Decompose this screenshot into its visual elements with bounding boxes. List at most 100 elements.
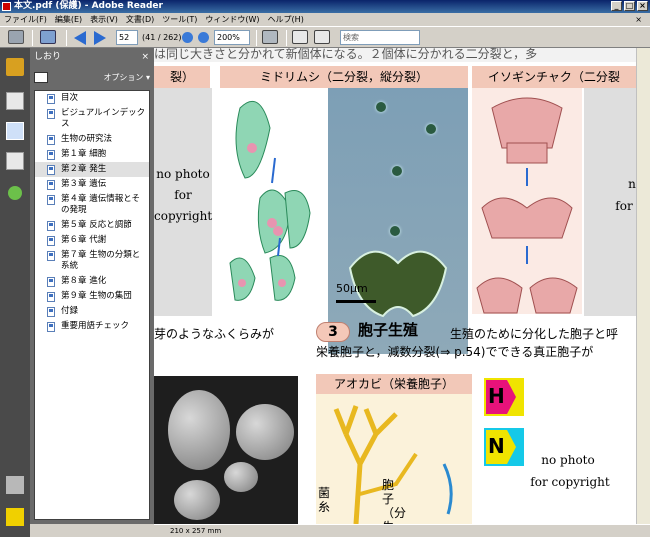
bookmark-item[interactable]: 付録 bbox=[35, 304, 149, 319]
signatures-icon[interactable] bbox=[6, 152, 24, 170]
maximize-button[interactable]: □ bbox=[624, 1, 635, 11]
lock-icon[interactable] bbox=[6, 58, 24, 76]
bookmarks-header: しおり × bbox=[30, 48, 154, 66]
menu-help[interactable]: ヘルプ(H) bbox=[264, 13, 308, 26]
title-bar: 本文.pdf (保護) - Adobe Reader _ □ × bbox=[0, 0, 650, 13]
zoom-select[interactable]: 200% bbox=[214, 30, 250, 45]
zoom-out-icon[interactable] bbox=[182, 32, 193, 43]
bookmark-icon bbox=[47, 150, 55, 160]
page-count: (41 / 262) bbox=[142, 33, 182, 42]
toolbar-separator bbox=[66, 30, 67, 46]
page-number-input[interactable]: 52 bbox=[116, 30, 138, 45]
bookmark-icon bbox=[47, 322, 55, 332]
options-menu[interactable]: オプション ▾ bbox=[103, 72, 150, 83]
close-document-icon[interactable]: × bbox=[631, 13, 646, 26]
document-view[interactable]: は同じ大きさと分かれて新個体になる。２個体に分かれる二分裂と，多 裂） ミドリム… bbox=[154, 48, 650, 524]
options-label: オプション bbox=[103, 73, 144, 82]
bookmark-item[interactable]: 第７章 生物の分類と系統 bbox=[35, 248, 149, 274]
marker-h-letter: H bbox=[488, 384, 505, 408]
euglena-drawing bbox=[229, 100, 311, 301]
no-photo-text: no photo bbox=[156, 167, 210, 181]
bookmark-label: 第５章 反応と調節 bbox=[61, 220, 132, 230]
bookmark-item[interactable]: ビジュアルインデックス bbox=[35, 106, 149, 132]
bookmark-label: 第６章 代謝 bbox=[61, 235, 107, 245]
bookmark-item[interactable]: 目次 bbox=[35, 91, 149, 106]
bookmarks-panel: しおり × オプション ▾ 目次 ビジュアルインデックス 生物の研究法 第１章 … bbox=[30, 48, 154, 524]
bookmark-label: 第７章 生物の分類と系統 bbox=[61, 250, 141, 271]
bookmark-label: 付録 bbox=[61, 306, 79, 316]
marker-h: H bbox=[484, 378, 524, 416]
comments-icon[interactable] bbox=[6, 508, 24, 526]
menu-file[interactable]: ファイル(F) bbox=[0, 13, 51, 26]
bookmark-icon bbox=[47, 165, 55, 175]
close-button[interactable]: × bbox=[637, 1, 648, 11]
scale-bar-line bbox=[336, 300, 376, 303]
euglena-micrograph bbox=[328, 88, 468, 354]
menu-window[interactable]: ウィンドウ(W) bbox=[201, 13, 263, 26]
bookmark-icon bbox=[47, 94, 55, 104]
next-page-icon[interactable] bbox=[94, 31, 106, 45]
bookmark-label: 生物の研究法 bbox=[61, 134, 113, 144]
print-icon[interactable] bbox=[8, 30, 24, 44]
search-input[interactable]: 検索 bbox=[340, 30, 420, 45]
bookmark-icon bbox=[47, 307, 55, 317]
bookmark-item[interactable]: 第１章 細胞 bbox=[35, 147, 149, 162]
section-header-left: 裂） bbox=[154, 66, 210, 88]
minimize-button[interactable]: _ bbox=[611, 1, 622, 11]
bookmark-list[interactable]: 目次 ビジュアルインデックス 生物の研究法 第１章 細胞 第２章 発生 第３章 … bbox=[34, 90, 150, 520]
attachments-icon[interactable] bbox=[6, 476, 24, 494]
bookmark-item[interactable]: 重要用語チェック bbox=[35, 319, 149, 334]
yeast-cell bbox=[168, 390, 230, 470]
menu-document[interactable]: 文書(D) bbox=[122, 13, 158, 26]
penicillium-illustration: 菌糸 胞子（分生胞 bbox=[316, 394, 472, 524]
window-title: 本文.pdf (保護) - Adobe Reader bbox=[14, 1, 163, 11]
label-spore: 胞子（分生胞 bbox=[382, 478, 407, 524]
marker-n-letter: N bbox=[488, 434, 505, 458]
euglena-illustration bbox=[220, 88, 326, 314]
bookmark-icon bbox=[47, 180, 55, 190]
previous-page-icon[interactable] bbox=[74, 31, 86, 45]
bookmark-item[interactable]: 生物の研究法 bbox=[35, 132, 149, 147]
menu-edit[interactable]: 編集(E) bbox=[51, 13, 86, 26]
scale-bar: 50μm bbox=[336, 282, 376, 303]
section-title: 胞子生殖 bbox=[358, 321, 419, 339]
body-text-line2: 栄養胞子と，減数分裂(⇒ p.54)でできる真正胞子が bbox=[316, 345, 594, 359]
section-header-euglena: ミドリムシ（二分裂，縦分裂） bbox=[220, 66, 468, 88]
help-icon[interactable] bbox=[8, 186, 22, 200]
close-panel-icon[interactable]: × bbox=[141, 48, 149, 66]
yeast-cell bbox=[174, 480, 220, 520]
bookmark-label: 第８章 進化 bbox=[61, 276, 107, 286]
bookmark-item[interactable]: 第９章 生物の集団 bbox=[35, 289, 149, 304]
bookmark-icon bbox=[47, 221, 55, 231]
for-text: for bbox=[174, 188, 192, 202]
top-text-line: は同じ大きさと分かれて新個体になる。２個体に分かれる二分裂と，多 bbox=[154, 48, 636, 62]
bookmark-item[interactable]: 第５章 反応と調節 bbox=[35, 218, 149, 233]
scale-label: 50μm bbox=[336, 282, 368, 295]
copyright-text: copyright bbox=[154, 209, 213, 223]
bookmark-label: 重要用語チェック bbox=[61, 321, 130, 331]
toolbar: 52 (41 / 262) 200% 検索 bbox=[0, 26, 650, 48]
bookmark-item[interactable]: 第６章 代謝 bbox=[35, 233, 149, 248]
toolbar-separator bbox=[286, 30, 287, 46]
bookmarks-toolbar: オプション ▾ bbox=[30, 70, 154, 86]
bookmark-item[interactable]: 第３章 遺伝 bbox=[35, 177, 149, 192]
vertical-scrollbar[interactable] bbox=[636, 48, 650, 524]
bookmark-item[interactable]: 第４章 遺伝情報とその発現 bbox=[35, 192, 149, 218]
fit-page-icon[interactable] bbox=[292, 30, 308, 44]
section-description: 生殖のために分化した胞子と呼 bbox=[450, 327, 619, 341]
bookmarks-icon[interactable] bbox=[6, 122, 24, 140]
pages-icon[interactable] bbox=[6, 92, 24, 110]
bookmark-item[interactable]: 第８章 進化 bbox=[35, 274, 149, 289]
fit-width-icon[interactable] bbox=[314, 30, 330, 44]
snapshot-icon[interactable] bbox=[262, 30, 278, 44]
bookmarks-title: しおり bbox=[34, 52, 62, 62]
menu-view[interactable]: 表示(V) bbox=[86, 13, 122, 26]
bookmark-tools-icon[interactable] bbox=[34, 72, 48, 83]
email-icon[interactable] bbox=[40, 30, 56, 44]
bookmark-item-selected[interactable]: 第２章 発生 bbox=[35, 162, 149, 177]
zoom-in-icon[interactable] bbox=[198, 32, 209, 43]
menu-tools[interactable]: ツール(T) bbox=[158, 13, 201, 26]
bookmark-label: 目次 bbox=[61, 93, 79, 103]
bookmark-icon bbox=[47, 135, 55, 145]
section-header-penicillium: アオカビ（栄養胞子） bbox=[316, 374, 472, 394]
